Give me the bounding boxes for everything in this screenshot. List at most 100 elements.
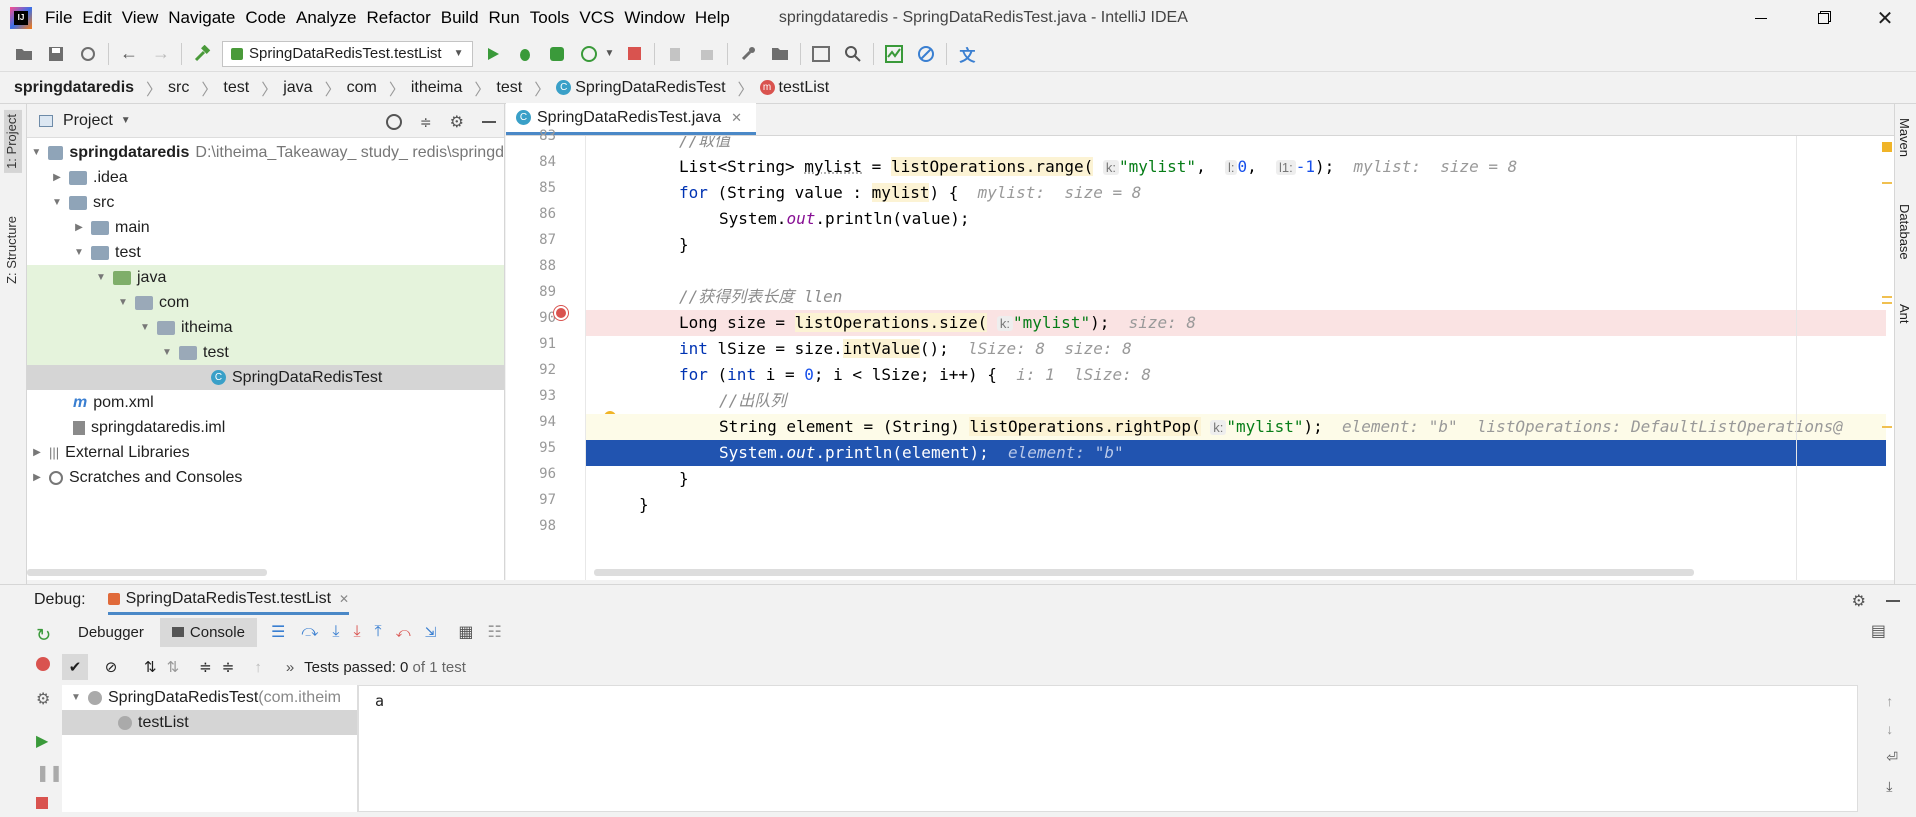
restore-button[interactable] bbox=[1792, 0, 1854, 36]
menu-vcs[interactable]: VCS bbox=[574, 0, 619, 36]
menu-refactor[interactable]: Refactor bbox=[361, 0, 435, 36]
hide-panel-icon[interactable] bbox=[1886, 600, 1900, 602]
tree-item-pom[interactable]: m pom.xml bbox=[27, 390, 504, 415]
tab-debugger[interactable]: Debugger bbox=[62, 618, 160, 647]
tab-console[interactable]: Console bbox=[159, 617, 257, 647]
tree-item-test[interactable]: ▼ test bbox=[27, 240, 504, 265]
close-window-button[interactable]: ✕ bbox=[1854, 0, 1916, 36]
breadcrumb-itheima[interactable]: itheima bbox=[411, 79, 463, 97]
run-to-cursor-icon[interactable]: ⇲ bbox=[425, 624, 437, 641]
back-arrow-icon[interactable]: ← bbox=[117, 42, 141, 66]
expanded-arrow-icon[interactable]: ▼ bbox=[95, 272, 107, 283]
translate-icon[interactable]: 文 bbox=[955, 42, 979, 66]
database-tool-tab[interactable]: Database bbox=[1897, 204, 1912, 260]
menu-lines-icon[interactable]: ☰ bbox=[271, 622, 285, 642]
breadcrumb-java[interactable]: java bbox=[283, 79, 312, 97]
step-out-icon[interactable]: ⤒ bbox=[375, 623, 382, 641]
view-breakpoints-icon[interactable] bbox=[36, 657, 56, 677]
stop-debug-icon[interactable] bbox=[36, 797, 56, 817]
hide-panel-icon[interactable] bbox=[482, 121, 496, 123]
expanded-arrow-icon[interactable]: ▼ bbox=[51, 197, 63, 208]
tree-item-java[interactable]: ▼ java bbox=[27, 265, 504, 290]
minimize-button[interactable] bbox=[1730, 0, 1792, 36]
tree-item-test-pkg[interactable]: ▼ test bbox=[27, 340, 504, 365]
collapse-all-icon[interactable]: ≑ bbox=[222, 658, 235, 676]
scroll-to-end-icon[interactable]: ⤓ bbox=[1886, 778, 1898, 795]
breadcrumb-project[interactable]: springdataredis bbox=[14, 79, 134, 97]
expand-all-icon[interactable]: ≑ bbox=[199, 658, 212, 676]
editor-horizontal-scrollbar[interactable] bbox=[594, 569, 1694, 576]
sort-duration-icon[interactable]: ⇅ bbox=[167, 658, 180, 676]
vcs-chart-icon[interactable] bbox=[882, 42, 906, 66]
soft-wrap-icon[interactable]: ⏎ bbox=[1886, 749, 1898, 766]
menu-navigate[interactable]: Navigate bbox=[163, 0, 240, 36]
expanded-arrow-icon[interactable]: ▼ bbox=[31, 147, 42, 158]
collapse-all-icon[interactable]: ≑ bbox=[420, 114, 432, 131]
tree-item-root[interactable]: ▼ springdataredis D:\itheima_Takeaway_ s… bbox=[27, 140, 504, 165]
profile-dropdown-icon[interactable]: ▼ bbox=[605, 48, 615, 59]
profile-icon[interactable] bbox=[577, 42, 601, 66]
breadcrumb-com[interactable]: com bbox=[347, 79, 377, 97]
sync-icon[interactable] bbox=[76, 42, 100, 66]
expanded-arrow-icon[interactable]: ▼ bbox=[73, 247, 85, 258]
resume-icon[interactable]: ▶ bbox=[36, 731, 56, 751]
tree-item-iml[interactable]: springdataredis.iml bbox=[27, 415, 504, 440]
close-tab-icon[interactable]: ✕ bbox=[339, 592, 349, 606]
project-tool-tab[interactable]: 1: Project bbox=[4, 110, 22, 173]
prev-failed-icon[interactable]: ↑ bbox=[254, 659, 262, 676]
test-tree-item[interactable]: testList bbox=[62, 710, 357, 735]
breadcrumb-test[interactable]: test bbox=[223, 79, 249, 97]
debug-session-tab[interactable]: SpringDataRedisTest.testList ✕ bbox=[107, 585, 350, 615]
menu-code[interactable]: Code bbox=[240, 0, 291, 36]
test-tree-root[interactable]: ▼ SpringDataRedisTest (com.itheim bbox=[62, 685, 357, 710]
power-save-icon[interactable] bbox=[914, 42, 938, 66]
search-icon[interactable] bbox=[841, 42, 865, 66]
run-icon[interactable] bbox=[481, 42, 505, 66]
menu-run[interactable]: Run bbox=[484, 0, 525, 36]
attach-debugger-icon[interactable] bbox=[663, 42, 687, 66]
force-step-into-icon[interactable]: ⤓ bbox=[353, 623, 360, 641]
build-hammer-icon[interactable] bbox=[190, 42, 214, 66]
horizontal-scrollbar[interactable] bbox=[27, 569, 267, 576]
gear-icon[interactable]: ⚙ bbox=[450, 112, 464, 132]
tree-item-itheima[interactable]: ▼ itheima bbox=[27, 315, 504, 340]
breakpoint-icon[interactable] bbox=[554, 306, 568, 320]
drop-frame-icon[interactable]: ⤺ bbox=[396, 624, 411, 641]
forward-arrow-icon[interactable]: → bbox=[149, 42, 173, 66]
stop-icon[interactable] bbox=[622, 42, 646, 66]
gear-icon[interactable]: ⚙ bbox=[1852, 591, 1866, 611]
menu-window[interactable]: Window bbox=[619, 0, 689, 36]
collapsed-arrow-icon[interactable]: ▶ bbox=[31, 447, 43, 458]
deploy-icon[interactable] bbox=[695, 42, 719, 66]
menu-analyze[interactable]: Analyze bbox=[291, 0, 361, 36]
structure-tool-tab[interactable]: Z: Structure bbox=[4, 216, 19, 284]
tree-item-class[interactable]: C SpringDataRedisTest bbox=[27, 365, 504, 390]
expanded-arrow-icon[interactable]: ▼ bbox=[139, 322, 151, 333]
debug-bug-icon[interactable] bbox=[513, 42, 537, 66]
tree-item-src[interactable]: ▼ src bbox=[27, 190, 504, 215]
tree-item-external-libraries[interactable]: ▶ ||| External Libraries bbox=[27, 440, 504, 465]
settings-wrench-icon[interactable] bbox=[736, 42, 760, 66]
ant-tool-tab[interactable]: Ant bbox=[1897, 304, 1912, 324]
menu-file[interactable]: File bbox=[40, 0, 77, 36]
project-view-selector[interactable]: Project bbox=[63, 112, 113, 130]
coverage-icon[interactable] bbox=[545, 42, 569, 66]
breadcrumb-class[interactable]: SpringDataRedisTest bbox=[575, 79, 725, 97]
expanded-arrow-icon[interactable]: ▼ bbox=[117, 297, 129, 308]
editor-gutter[interactable]: 83 84 85 86 87 88 89 90 91 92 93 94 95 9… bbox=[506, 128, 616, 580]
expanded-arrow-icon[interactable]: ▼ bbox=[70, 692, 82, 703]
menu-tools[interactable]: Tools bbox=[525, 0, 575, 36]
scroll-up-icon[interactable]: ↑ bbox=[1886, 693, 1898, 709]
error-stripe[interactable] bbox=[1880, 136, 1894, 580]
tree-item-scratches[interactable]: ▶ Scratches and Consoles bbox=[27, 465, 504, 490]
settings-small-icon[interactable]: ⚙ bbox=[36, 689, 56, 709]
menu-build[interactable]: Build bbox=[436, 0, 484, 36]
more-icon[interactable]: » bbox=[286, 659, 294, 676]
step-over-icon[interactable]: ⤼ bbox=[301, 623, 318, 641]
collapsed-arrow-icon[interactable]: ▶ bbox=[73, 222, 85, 233]
chevron-down-icon[interactable]: ▼ bbox=[121, 115, 131, 126]
open-folder-icon[interactable] bbox=[12, 42, 36, 66]
close-tab-icon[interactable]: ✕ bbox=[731, 110, 742, 126]
rerun-icon[interactable]: ↻ bbox=[36, 625, 56, 645]
tree-item-main[interactable]: ▶ main bbox=[27, 215, 504, 240]
